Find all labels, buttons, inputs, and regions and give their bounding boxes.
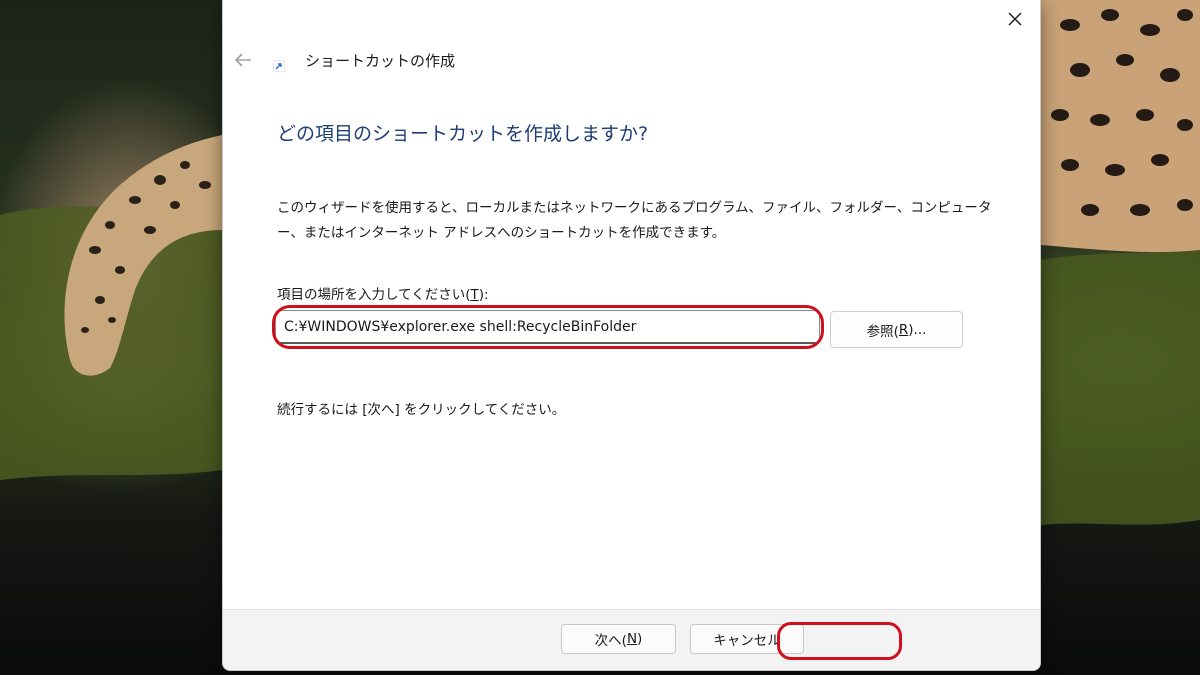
next-label-prefix: 次へ( — [594, 633, 627, 649]
close-button[interactable] — [998, 4, 1032, 34]
next-label-suffix: ) — [637, 631, 643, 647]
close-icon — [1008, 12, 1022, 26]
page-heading: どの項目のショートカットを作成しますか? — [277, 123, 649, 145]
browse-label-suffix: )... — [908, 321, 927, 338]
item-location-input[interactable] — [275, 310, 820, 344]
location-label-suffix: ): — [478, 287, 489, 303]
browse-button[interactable]: 参照(R)... — [830, 311, 963, 348]
next-accesskey: N — [626, 631, 638, 647]
continue-instruction: 続行するには [次へ] をクリックしてください。 — [277, 402, 566, 418]
desktop-wallpaper: ショートカットの作成 どの項目のショートカットを作成しますか? このウィザードを… — [0, 0, 1200, 675]
next-button[interactable]: 次へ(N) — [561, 624, 676, 654]
location-label-prefix: 項目の場所を入力してください( — [277, 287, 471, 303]
cancel-button[interactable]: キャンセル — [690, 624, 804, 654]
dialog-footer: 次へ(N) キャンセル — [223, 609, 1040, 670]
browse-label-prefix: 参照( — [866, 323, 899, 340]
location-label-accesskey: T — [470, 287, 479, 303]
window-title: ショートカットの作成 — [305, 52, 456, 70]
back-arrow-icon — [234, 53, 251, 67]
browse-accesskey: R — [898, 321, 909, 338]
wizard-description: このウィザードを使用すると、ローカルまたはネットワークにあるプログラム、ファイル… — [277, 200, 992, 241]
location-label: 項目の場所を入力してください(T): — [277, 283, 489, 303]
create-shortcut-dialog: ショートカットの作成 どの項目のショートカットを作成しますか? このウィザードを… — [222, 0, 1041, 671]
back-button[interactable] — [231, 48, 255, 72]
shortcut-arrow-icon — [273, 60, 285, 72]
